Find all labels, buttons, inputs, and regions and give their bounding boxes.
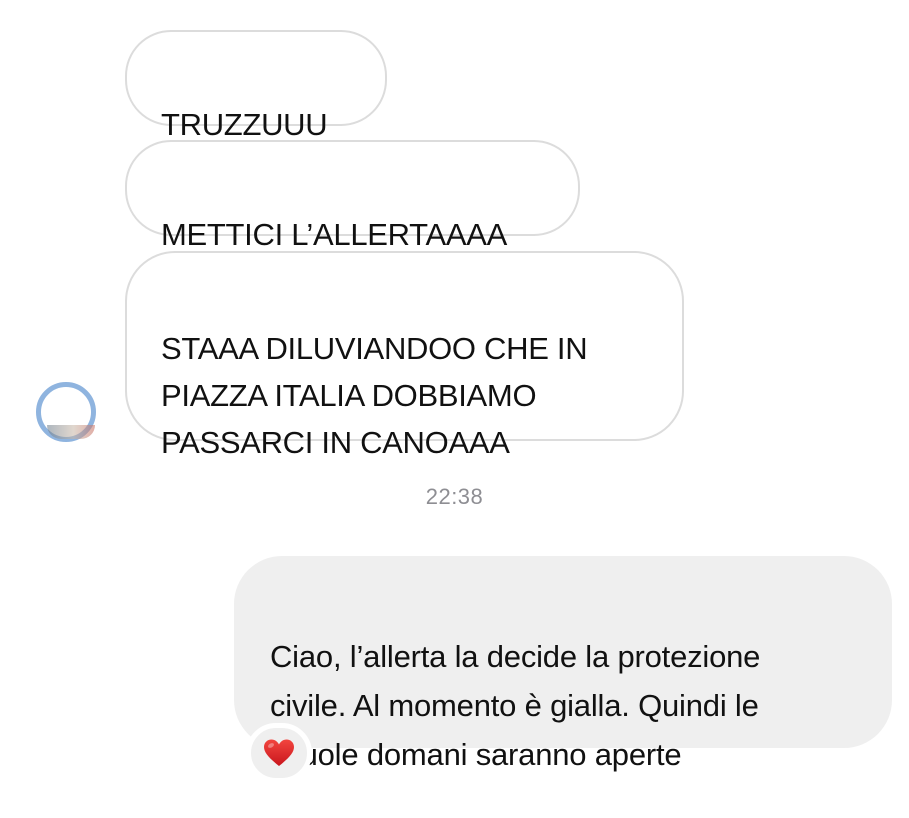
message-text: TRUZZUUU xyxy=(161,107,328,142)
incoming-message-bubble[interactable]: TRUZZUUU xyxy=(125,30,387,142)
message-text: METTICI L’ALLERTAAAA xyxy=(161,217,508,252)
outgoing-message-bubble[interactable]: Ciao, l’allerta la decide la protezione … xyxy=(234,556,892,772)
message-text: STAAA DILUVIANDOO CHE IN PIAZZA ITALIA D… xyxy=(161,331,588,460)
sender-avatar[interactable] xyxy=(36,382,96,442)
incoming-message-bubble[interactable]: STAAA DILUVIANDOO CHE IN PIAZZA ITALIA D… xyxy=(125,251,684,460)
avatar-photo xyxy=(47,425,95,439)
message-text: Ciao, l’allerta la decide la protezione … xyxy=(270,639,761,772)
message-timestamp: 22:38 xyxy=(425,484,484,509)
red-heart-icon xyxy=(263,738,295,768)
incoming-message-bubble[interactable]: METTICI L’ALLERTAAAA xyxy=(125,140,580,252)
message-reaction[interactable] xyxy=(246,723,312,783)
